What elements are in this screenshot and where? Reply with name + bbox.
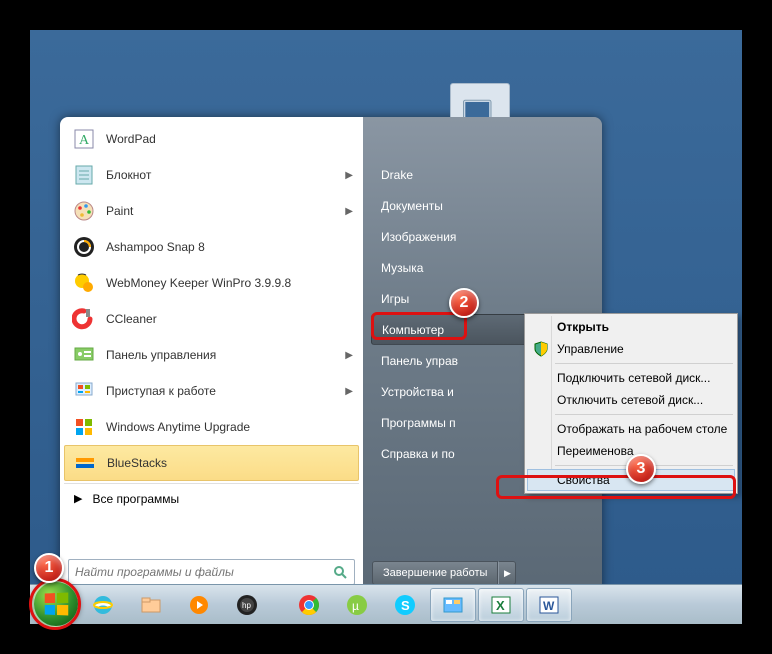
app-bluestacks[interactable]: BlueStacks xyxy=(64,445,359,481)
control-panel-icon xyxy=(70,341,98,369)
paint-icon xyxy=(70,197,98,225)
ctx-manage[interactable]: Управление xyxy=(527,338,735,360)
all-programs-label: Все программы xyxy=(92,492,179,506)
taskbar-app-active[interactable] xyxy=(430,588,476,622)
submenu-arrow-icon: ▶ xyxy=(345,170,353,181)
taskbar-torrent[interactable]: µ xyxy=(334,588,380,622)
all-programs-arrow-icon: ▶ xyxy=(74,492,82,505)
app-label: WordPad xyxy=(106,132,156,146)
ccleaner-icon xyxy=(70,305,98,333)
desktop: A WordPad Блокнот ▶ Paint ▶ Ashampoo Sna… xyxy=(30,30,742,624)
svg-text:W: W xyxy=(543,599,555,613)
shutdown-button[interactable]: Завершение работы xyxy=(372,561,498,585)
place-user[interactable]: Drake xyxy=(371,159,594,190)
submenu-arrow-icon: ▶ xyxy=(345,350,353,361)
app-list: A WordPad Блокнот ▶ Paint ▶ Ashampoo Sna… xyxy=(64,121,359,513)
app-label: Панель управления xyxy=(106,348,216,362)
app-getting-started[interactable]: Приступая к работе ▶ xyxy=(64,373,359,409)
app-label: Блокнот xyxy=(106,168,151,182)
svg-text:X: X xyxy=(496,598,505,613)
svg-text:hp: hp xyxy=(242,601,251,610)
webmoney-icon xyxy=(70,269,98,297)
svg-text:A: A xyxy=(79,133,90,148)
start-button[interactable] xyxy=(32,580,80,628)
ashampoo-icon xyxy=(70,233,98,261)
place-games[interactable]: Игры xyxy=(371,283,594,314)
taskbar-excel[interactable]: X xyxy=(478,588,524,622)
taskbar-hp[interactable]: hp xyxy=(224,588,270,622)
anytime-icon xyxy=(70,413,98,441)
start-menu: A WordPad Блокнот ▶ Paint ▶ Ashampoo Sna… xyxy=(60,117,602,593)
marker-1: 1 xyxy=(34,553,64,583)
app-webmoney[interactable]: WebMoney Keeper WinPro 3.9.9.8 xyxy=(64,265,359,301)
ctx-map-drive[interactable]: Подключить сетевой диск... xyxy=(527,367,735,389)
taskbar-skype[interactable]: S xyxy=(382,588,428,622)
app-control-panel[interactable]: Панель управления ▶ xyxy=(64,337,359,373)
app-label: BlueStacks xyxy=(107,456,167,470)
taskbar-ie[interactable] xyxy=(80,588,126,622)
submenu-arrow-icon: ▶ xyxy=(345,206,353,217)
context-separator xyxy=(555,414,733,415)
ctx-disconnect-drive[interactable]: Отключить сетевой диск... xyxy=(527,389,735,411)
app-label: CCleaner xyxy=(106,312,157,326)
ctx-show-on-desktop[interactable]: Отображать на рабочем столе xyxy=(527,418,735,440)
app-label: WebMoney Keeper WinPro 3.9.9.8 xyxy=(106,276,291,290)
shutdown-options-arrow[interactable]: ▶ xyxy=(498,561,516,585)
app-anytime-upgrade[interactable]: Windows Anytime Upgrade xyxy=(64,409,359,445)
app-notepad[interactable]: Блокнот ▶ xyxy=(64,157,359,193)
marker-2: 2 xyxy=(449,288,479,318)
app-label: Paint xyxy=(106,204,133,218)
bluestacks-icon xyxy=(71,449,99,477)
place-documents[interactable]: Документы xyxy=(371,190,594,221)
svg-text:µ: µ xyxy=(352,599,359,613)
app-label: Приступая к работе xyxy=(106,384,216,398)
search-box[interactable] xyxy=(68,559,355,585)
taskbar-word[interactable]: W xyxy=(526,588,572,622)
app-wordpad[interactable]: A WordPad xyxy=(64,121,359,157)
getstarted-icon xyxy=(70,377,98,405)
taskbar-wmp[interactable] xyxy=(176,588,222,622)
app-ccleaner[interactable]: CCleaner xyxy=(64,301,359,337)
app-ashampoo[interactable]: Ashampoo Snap 8 xyxy=(64,229,359,265)
ctx-open[interactable]: Открыть xyxy=(527,316,735,338)
place-pictures[interactable]: Изображения xyxy=(371,221,594,252)
shutdown-group: Завершение работы ▶ xyxy=(372,561,516,585)
windows-flag-icon xyxy=(45,593,69,616)
notepad-icon xyxy=(70,161,98,189)
app-label: Ashampoo Snap 8 xyxy=(106,240,205,254)
taskbar: hp µ S X W xyxy=(30,584,742,624)
svg-text:S: S xyxy=(401,598,410,613)
wordpad-icon: A xyxy=(70,125,98,153)
app-label: Windows Anytime Upgrade xyxy=(106,420,250,434)
search-input[interactable] xyxy=(75,565,332,579)
taskbar-explorer[interactable] xyxy=(128,588,174,622)
shield-icon xyxy=(533,341,549,357)
place-music[interactable]: Музыка xyxy=(371,252,594,283)
submenu-arrow-icon: ▶ xyxy=(345,386,353,397)
search-icon xyxy=(332,564,348,580)
context-separator xyxy=(555,363,733,364)
app-paint[interactable]: Paint ▶ xyxy=(64,193,359,229)
start-left-pane: A WordPad Блокнот ▶ Paint ▶ Ashampoo Sna… xyxy=(60,117,363,593)
all-programs[interactable]: ▶ Все программы xyxy=(64,483,359,513)
marker-3: 3 xyxy=(626,454,656,484)
taskbar-chrome[interactable] xyxy=(286,588,332,622)
